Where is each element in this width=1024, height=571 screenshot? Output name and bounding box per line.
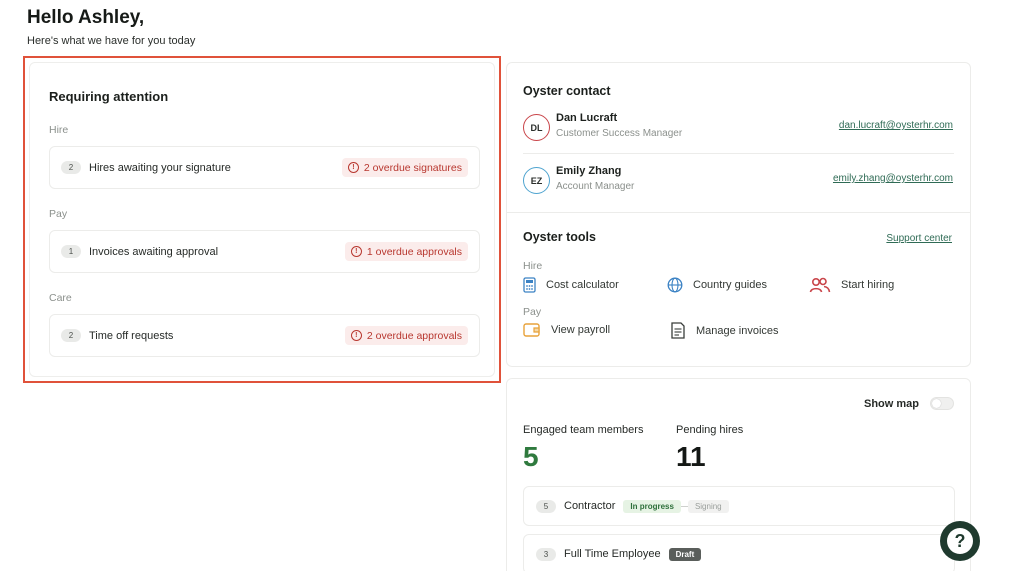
contact-name: Emily Zhang <box>556 165 622 177</box>
people-icon <box>809 277 831 293</box>
overdue-badge: ! 2 overdue signatures <box>341 158 468 177</box>
attention-row-label: Hires awaiting your signature <box>89 161 231 174</box>
requiring-attention-card: Requiring attention Hire 2 Hires awaitin… <box>23 56 501 383</box>
wallet-icon <box>523 323 540 337</box>
attention-row-invoices[interactable]: 1 Invoices awaiting approval ! 1 overdue… <box>49 230 480 273</box>
tool-label: Manage invoices <box>696 324 779 337</box>
oyster-contact-title: Oyster contact <box>523 84 611 98</box>
cost-calculator-link[interactable]: Cost calculator <box>523 277 619 293</box>
tool-label: Cost calculator <box>546 279 619 291</box>
tool-label: Start hiring <box>841 279 895 291</box>
warning-icon: ! <box>347 162 359 173</box>
count-badge: 1 <box>61 245 81 258</box>
attention-row-label: Invoices awaiting approval <box>89 245 219 258</box>
hire-type-label: Contractor <box>564 500 616 512</box>
hire-row-full-time-employee[interactable]: 3 Full Time Employee Draft <box>523 534 955 571</box>
globe-icon <box>667 277 683 293</box>
count-badge: 2 <box>61 329 81 342</box>
divider <box>523 153 954 154</box>
contact-row-emily: EZ Emily Zhang Account Manager emily.zha… <box>523 165 953 199</box>
contact-name: Dan Lucraft <box>556 112 618 124</box>
warning-icon: ! <box>350 330 362 341</box>
hire-type-label: Full Time Employee <box>564 548 661 560</box>
overdue-badge: ! 1 overdue approvals <box>344 242 468 261</box>
manage-invoices-link[interactable]: Manage invoices <box>670 322 779 339</box>
question-mark-icon: ? <box>947 528 973 554</box>
section-label-hire: Hire <box>49 124 69 136</box>
requiring-attention-title: Requiring attention <box>49 89 169 104</box>
country-guides-link[interactable]: Country guides <box>667 277 767 293</box>
oyster-contact-card: Oyster contact DL Dan Lucraft Customer S… <box>506 62 971 367</box>
page-greeting: Hello Ashley, <box>27 7 145 28</box>
contact-role: Customer Success Manager <box>556 128 683 139</box>
page-subtitle: Here's what we have for you today <box>27 35 196 47</box>
engaged-members-value: 5 <box>523 441 539 472</box>
contact-email-link[interactable]: dan.lucraft@oysterhr.com <box>839 120 953 131</box>
count-badge: 2 <box>61 161 81 174</box>
start-hiring-link[interactable]: Start hiring <box>809 277 894 293</box>
overdue-badge: ! 2 overdue approvals <box>344 326 468 345</box>
overdue-text: 1 overdue approvals <box>366 245 462 258</box>
help-button[interactable]: ? <box>940 521 980 561</box>
status-badge: In progress <box>623 499 681 513</box>
tools-section-hire: Hire <box>523 260 543 272</box>
pending-hires-label: Pending hires <box>676 424 744 436</box>
attention-row-hires[interactable]: 2 Hires awaiting your signature ! 2 over… <box>49 146 480 189</box>
status-badge: Draft <box>668 547 702 561</box>
tools-section-pay: Pay <box>523 306 542 318</box>
status-connector <box>680 505 688 507</box>
show-map-toggle[interactable] <box>930 397 954 410</box>
overdue-text: 2 overdue approvals <box>366 329 462 342</box>
count-badge: 5 <box>536 499 556 513</box>
contact-row-dan: DL Dan Lucraft Customer Success Manager … <box>523 112 953 146</box>
pending-hires-value: 11 <box>676 441 706 472</box>
overdue-text: 2 overdue signatures <box>363 161 462 174</box>
engaged-members-label: Engaged team members <box>523 424 644 436</box>
invoice-icon <box>671 322 685 339</box>
next-step-badge: Signing <box>687 499 729 513</box>
team-stats-card: Show map Engaged team members 5 Pending … <box>506 378 971 571</box>
calculator-icon <box>523 277 536 293</box>
hire-row-contractor[interactable]: 5 Contractor In progress Signing <box>523 486 955 526</box>
section-label-care: Care <box>49 292 72 304</box>
attention-row-label: Time off requests <box>89 329 174 342</box>
oyster-tools-title: Oyster tools <box>523 230 596 244</box>
avatar: EZ <box>523 167 550 194</box>
tool-label: View payroll <box>551 324 611 336</box>
section-label-pay: Pay <box>49 208 68 220</box>
tool-label: Country guides <box>693 279 767 291</box>
warning-icon: ! <box>350 246 362 257</box>
view-payroll-link[interactable]: View payroll <box>523 322 610 338</box>
contact-email-link[interactable]: emily.zhang@oysterhr.com <box>833 173 953 184</box>
show-map-label: Show map <box>863 398 919 410</box>
support-center-link[interactable]: Support center <box>886 233 952 244</box>
avatar: DL <box>523 114 550 141</box>
attention-row-time-off[interactable]: 2 Time off requests ! 2 overdue approval… <box>49 314 480 357</box>
count-badge: 3 <box>536 547 556 561</box>
contact-role: Account Manager <box>556 181 635 192</box>
divider <box>507 212 970 213</box>
